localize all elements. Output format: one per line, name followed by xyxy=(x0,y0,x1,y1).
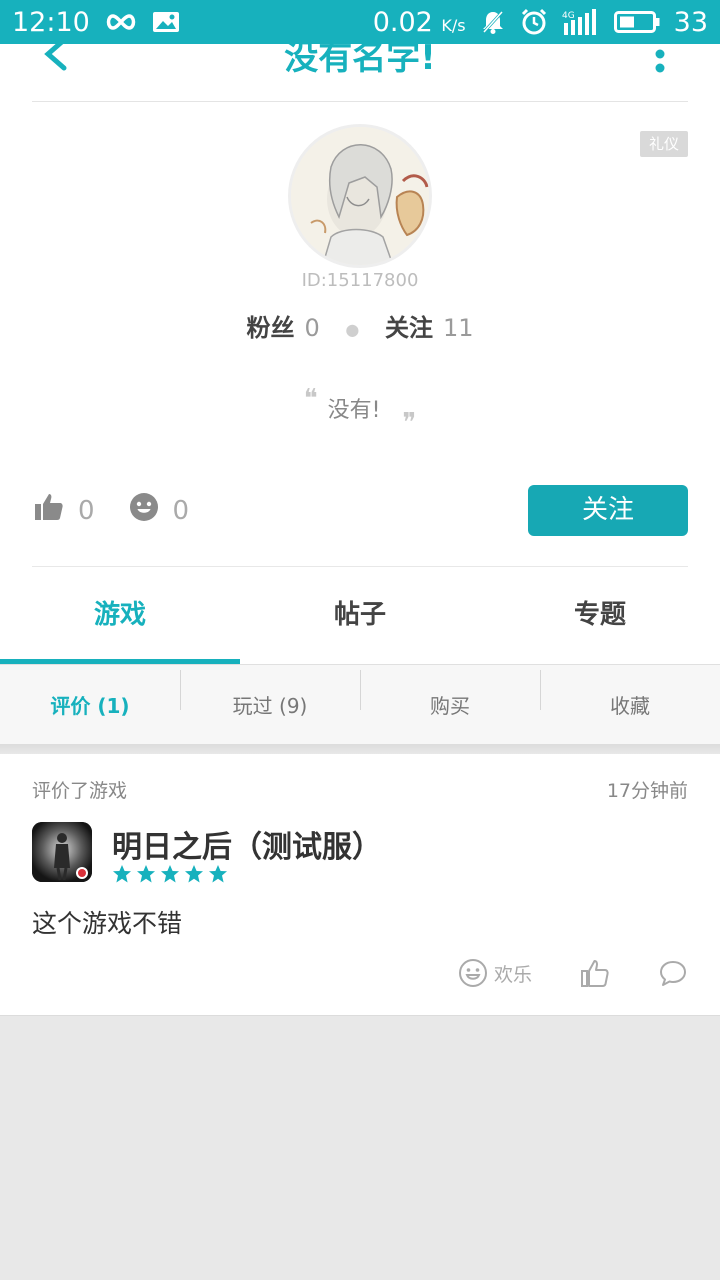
battery-level: 33 xyxy=(673,6,708,38)
following-stat[interactable]: 关注 11 xyxy=(385,314,474,342)
network-speed: 0.02 K/s xyxy=(372,6,466,38)
comment-icon xyxy=(660,961,686,986)
bell-off-icon xyxy=(480,9,506,35)
thumbs-up-icon[interactable] xyxy=(34,492,64,529)
profile-card: 没有名字! 礼仪 ID:15117800 粉丝 0 ● 关注 11 ❝ 没有! … xyxy=(0,44,720,708)
infinity-icon xyxy=(104,12,138,32)
subtab-played[interactable]: 玩过 (9) xyxy=(180,670,360,719)
review-action: 评价了游戏 xyxy=(32,780,128,802)
profile-stats: 粉丝 0 ● 关注 11 xyxy=(0,308,720,343)
status-bar: 12:10 0.02 K/s 4G 33 xyxy=(0,0,720,44)
page-title: 没有名字! xyxy=(284,44,436,78)
game-name[interactable]: 明日之后（测试服） xyxy=(112,822,382,866)
star-icon xyxy=(137,865,155,883)
comment-button[interactable] xyxy=(658,958,688,988)
subtabs-shadow xyxy=(0,744,720,754)
quote-close-icon: ❞ xyxy=(402,408,417,438)
game-icon[interactable] xyxy=(32,822,92,882)
tab-posts[interactable]: 帖子 xyxy=(240,567,480,664)
avatar[interactable] xyxy=(288,124,432,268)
tab-topics[interactable]: 专题 xyxy=(480,567,720,664)
more-vertical-icon[interactable] xyxy=(650,44,670,74)
profile-reactions: 0 0 xyxy=(34,492,223,529)
smile-icon[interactable] xyxy=(129,492,159,529)
smile-outline-icon xyxy=(458,959,487,987)
bio: ❝ 没有! ❞ xyxy=(0,384,720,438)
user-id: ID:15117800 xyxy=(301,270,419,291)
bio-text: 没有! xyxy=(327,398,381,423)
review-card[interactable]: 评价了游戏 17分钟前 明日之后（测试服） 这个游戏不错 欢乐 xyxy=(0,754,720,1016)
main-tabs: 游戏 帖子 专题 xyxy=(0,567,720,664)
likes-count: 0 xyxy=(78,495,95,526)
follow-button[interactable]: 关注 xyxy=(528,485,688,536)
fun-button[interactable]: 欢乐 xyxy=(458,958,532,988)
tab-games[interactable]: 游戏 xyxy=(0,567,240,664)
review-time: 17分钟前 xyxy=(606,780,688,802)
star-icon xyxy=(185,865,203,883)
star-icon xyxy=(113,865,131,883)
battery-icon xyxy=(613,10,660,34)
status-time: 12:10 xyxy=(12,6,90,38)
fans-stat[interactable]: 粉丝 0 xyxy=(246,314,319,342)
app-bar: 没有名字! xyxy=(32,44,688,102)
fun-label: 欢乐 xyxy=(493,963,532,986)
separator-dot: ● xyxy=(345,319,360,339)
smiles-count: 0 xyxy=(172,495,190,526)
quote-open-icon: ❝ xyxy=(303,384,318,414)
page: 没有名字! 礼仪 ID:15117800 粉丝 0 ● 关注 11 ❝ 没有! … xyxy=(0,44,720,1280)
subtab-reviews[interactable]: 评价 (1) xyxy=(0,690,180,719)
svg-text:4G: 4G xyxy=(562,11,575,21)
image-icon xyxy=(152,10,180,34)
like-button[interactable] xyxy=(580,958,610,988)
review-text: 这个游戏不错 xyxy=(32,909,183,938)
signal-icon: 4G xyxy=(562,9,600,35)
sub-tabs: 评价 (1) 玩过 (9) 购买 收藏 xyxy=(0,664,720,744)
subtab-purchased[interactable]: 购买 xyxy=(360,670,540,719)
star-icon xyxy=(161,865,179,883)
review-actions: 欢乐 xyxy=(458,958,688,988)
subtab-favorites[interactable]: 收藏 xyxy=(540,670,720,719)
thumbs-up-outline-icon xyxy=(581,960,609,987)
alarm-icon xyxy=(520,8,548,36)
etiquette-badge[interactable]: 礼仪 xyxy=(640,131,688,157)
star-icon xyxy=(209,865,227,883)
rating-stars xyxy=(112,864,228,884)
